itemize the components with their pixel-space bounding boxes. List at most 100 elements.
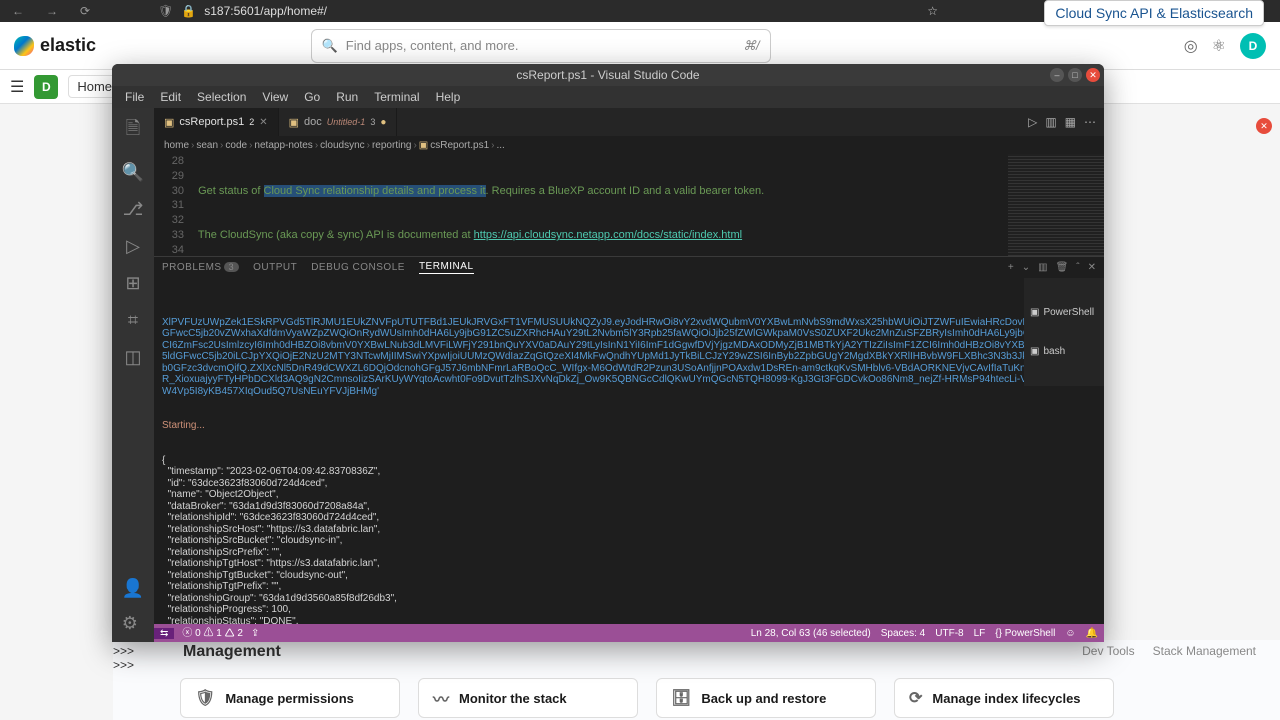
debug-icon[interactable]: ▷	[126, 236, 140, 257]
status-encoding[interactable]: UTF-8	[935, 628, 963, 639]
docker-icon[interactable]: ◫	[124, 347, 141, 368]
remote-indicator[interactable]: ⇆	[154, 628, 174, 639]
split-icon[interactable]: ▥	[1045, 115, 1056, 129]
more-icon[interactable]: ⋯	[1084, 115, 1096, 129]
maximize-panel-icon[interactable]: ˆ	[1076, 262, 1079, 273]
bash-icon: ▣	[1030, 346, 1039, 358]
address-bar[interactable]: 🛡 🔒 s187:5601/app/home#/	[108, 4, 913, 18]
terminal-dropdown-icon[interactable]: ⌄	[1022, 262, 1030, 273]
breadcrumb[interactable]: home › sean › code › netapp-notes › clou…	[154, 136, 1104, 154]
explorer-icon[interactable]: 🗎	[126, 116, 140, 146]
status-bell-icon[interactable]: 🔔	[1086, 628, 1098, 639]
hamburger-icon[interactable]: ☰	[10, 77, 24, 97]
card-monitor[interactable]: 〰Monitor the stack	[418, 678, 638, 718]
menu-help[interactable]: Help	[429, 88, 468, 106]
maximize-button[interactable]: □	[1068, 68, 1082, 82]
menu-file[interactable]: File	[118, 88, 151, 106]
shield-icon: 🛡	[195, 688, 215, 708]
panel-tabs: PROBLEMS3 OUTPUT DEBUG CONSOLE TERMINAL …	[154, 256, 1104, 278]
status-bar: ⇆ ⓧ 0 ⚠ 1 🛆 2 ⇪ Ln 28, Col 63 (46 select…	[154, 624, 1104, 642]
search-shortcut-icon: ⌘/	[743, 38, 760, 54]
tab-output[interactable]: OUTPUT	[253, 262, 297, 273]
bookmark-icon[interactable]: ☆	[927, 4, 938, 18]
reload-button[interactable]: ⟳	[76, 2, 94, 20]
status-ports-icon[interactable]: ⇪	[251, 628, 259, 639]
repl-prompt: >>> >>>	[113, 644, 134, 672]
status-errors[interactable]: ⓧ 0 ⚠ 1 🛆 2	[182, 624, 243, 643]
terminal-output[interactable]: ▣PowerShell ▣bash XlPVFUzUWpZek1ESkRPVGd…	[154, 278, 1104, 624]
notification-bubble[interactable]: Cloud Sync API & Elasticsearch	[1044, 0, 1264, 26]
newsfeed-icon[interactable]: ⚛	[1212, 36, 1226, 56]
line-gutter: 2829303132333435	[154, 154, 192, 256]
close-button[interactable]: ✕	[1256, 118, 1272, 134]
heartbeat-icon: 〰	[433, 686, 449, 710]
source-control-icon[interactable]: ⎇	[123, 199, 144, 220]
elastic-header: elastic 🔍 Find apps, content, and more. …	[0, 22, 1280, 70]
close-button[interactable]: ✕	[1086, 68, 1100, 82]
status-lang[interactable]: {} PowerShell	[995, 628, 1055, 639]
menu-terminal[interactable]: Terminal	[367, 88, 426, 106]
global-search[interactable]: 🔍 Find apps, content, and more. ⌘/	[311, 29, 771, 63]
elastic-brand-text: elastic	[40, 35, 96, 56]
card-backup[interactable]: 🗄Back up and restore	[656, 678, 876, 718]
kill-terminal-icon[interactable]: 🗑	[1056, 262, 1069, 273]
remote-icon[interactable]: ⌗	[128, 310, 138, 331]
activity-bar: 🗎 🔍 ⎇ ▷ ⊞ ⌗ ◫ 👤 ⚙	[112, 108, 154, 642]
shell-powershell[interactable]: ▣PowerShell	[1028, 305, 1100, 321]
window-title: csReport.ps1 - Visual Studio Code	[516, 68, 699, 82]
tab-terminal[interactable]: TERMINAL	[419, 261, 474, 274]
search-icon: 🔍	[322, 38, 338, 54]
extensions-icon[interactable]: ⊞	[125, 273, 140, 294]
menu-selection[interactable]: Selection	[190, 88, 253, 106]
stack-mgmt-link[interactable]: Stack Management	[1153, 644, 1256, 658]
space-badge[interactable]: D	[34, 75, 58, 99]
status-feedback-icon[interactable]: ☺	[1065, 628, 1075, 639]
split-terminal-icon[interactable]: ▥	[1038, 262, 1047, 273]
settings-icon[interactable]: ⚙	[122, 613, 144, 634]
menu-go[interactable]: Go	[297, 88, 327, 106]
terminal-starting: Starting...	[162, 420, 1096, 432]
editor-tabs: ▣ csReport.ps1 2 ✕ ▣ doc Untitled-1 3 ● …	[154, 108, 1104, 136]
powershell-icon: ▣	[164, 116, 174, 129]
forward-button[interactable]: →	[42, 2, 62, 20]
status-selection[interactable]: Ln 28, Col 63 (46 selected)	[751, 628, 871, 639]
vscode-menubar: File Edit Selection View Go Run Terminal…	[112, 86, 1104, 108]
tab-doc[interactable]: ▣ doc Untitled-1 3 ●	[279, 108, 398, 136]
minimize-button[interactable]: –	[1050, 68, 1064, 82]
vscode-titlebar[interactable]: csReport.ps1 - Visual Studio Code – □ ✕	[112, 64, 1104, 86]
status-eol[interactable]: LF	[974, 628, 986, 639]
code-editor[interactable]: 2829303132333435 Get status of Cloud Syn…	[154, 154, 1104, 256]
ps-icon: ▣	[1030, 307, 1039, 319]
elastic-logo[interactable]: elastic	[14, 35, 96, 56]
management-cards: 🛡Manage permissions 〰Monitor the stack 🗄…	[180, 678, 1114, 718]
search-icon[interactable]: 🔍	[122, 162, 144, 183]
back-button[interactable]: ←	[8, 2, 28, 20]
tab-debug-console[interactable]: DEBUG CONSOLE	[311, 262, 405, 273]
terminal-token: XlPVFUzUWpZek1ESkRPVGd5TlRJMU1EUkZNVFpUT…	[162, 317, 1096, 398]
card-lifecycle[interactable]: ⟳Manage index lifecycles	[894, 678, 1114, 718]
tab-close-icon[interactable]: ✕	[259, 117, 267, 128]
header-actions: ◎ ⚛ D	[1184, 33, 1266, 59]
tab-csreport[interactable]: ▣ csReport.ps1 2 ✕	[154, 108, 279, 136]
account-icon[interactable]: 👤	[122, 578, 144, 599]
status-spaces[interactable]: Spaces: 4	[881, 628, 925, 639]
user-avatar[interactable]: D	[1240, 33, 1266, 59]
tab-problems[interactable]: PROBLEMS3	[162, 262, 239, 273]
layout-icon[interactable]: ▦	[1065, 115, 1076, 129]
minimap[interactable]	[1008, 154, 1104, 256]
shell-bash[interactable]: ▣bash	[1028, 344, 1100, 360]
new-terminal-icon[interactable]: +	[1008, 262, 1014, 273]
help-icon[interactable]: ◎	[1184, 36, 1198, 56]
menu-run[interactable]: Run	[329, 88, 365, 106]
archive-icon: 🗄	[671, 688, 691, 708]
terminal-json: { "timestamp": "2023-02-06T04:09:42.8370…	[162, 455, 1096, 625]
card-permissions[interactable]: 🛡Manage permissions	[180, 678, 400, 718]
run-icon[interactable]: ▷	[1028, 115, 1037, 129]
close-panel-icon[interactable]: ✕	[1088, 262, 1096, 273]
cycle-icon: ⟳	[909, 688, 922, 708]
management-heading: Management	[183, 643, 281, 661]
dev-tools-link[interactable]: Dev Tools	[1082, 644, 1134, 658]
code-content[interactable]: Get status of Cloud Sync relationship de…	[192, 154, 1104, 256]
menu-edit[interactable]: Edit	[153, 88, 188, 106]
menu-view[interactable]: View	[255, 88, 295, 106]
